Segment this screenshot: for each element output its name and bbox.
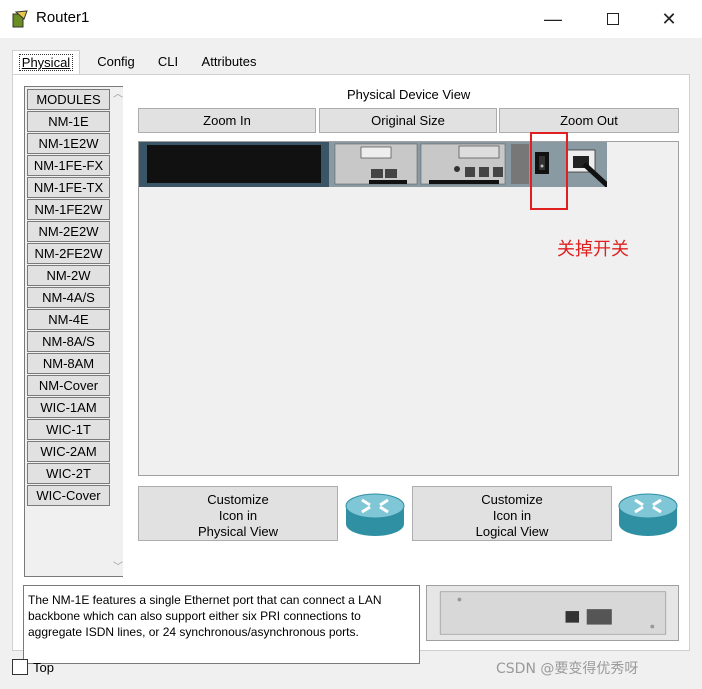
maximize-icon xyxy=(607,13,619,25)
module-item[interactable]: NM-2W xyxy=(27,265,110,286)
module-item[interactable]: WIC-2T xyxy=(27,463,110,484)
power-switch-highlight xyxy=(530,132,568,210)
module-item[interactable]: WIC-2AM xyxy=(27,441,110,462)
physical-panel: MODULES NM-1E NM-1E2W NM-1FE-FX NM-1FE-T… xyxy=(12,74,690,664)
always-on-top-label: Top xyxy=(33,660,54,675)
window-title: Router1 xyxy=(36,9,90,26)
module-item[interactable]: NM-4E xyxy=(27,309,110,330)
module-item[interactable]: WIC-1T xyxy=(27,419,110,440)
module-item[interactable]: NM-2FE2W xyxy=(27,243,110,264)
tab-physical[interactable]: Physical xyxy=(12,50,80,75)
module-item[interactable]: NM-1FE2W xyxy=(27,199,110,220)
modules-list[interactable]: MODULES NM-1E NM-1E2W NM-1FE-FX NM-1FE-T… xyxy=(24,86,123,577)
router-app-icon xyxy=(12,10,28,28)
tab-cli[interactable]: CLI xyxy=(152,50,184,74)
button-line: Customize xyxy=(207,492,269,507)
customize-physical-icon-button[interactable]: Customize Icon in Physical View xyxy=(138,486,338,541)
module-item[interactable]: NM-1E2W xyxy=(27,133,110,154)
modules-header[interactable]: MODULES xyxy=(27,89,110,110)
original-size-button[interactable]: Original Size xyxy=(319,108,497,133)
close-button[interactable]: ✕ xyxy=(646,0,692,38)
always-on-top-checkbox[interactable] xyxy=(12,659,28,675)
customize-logical-icon-button[interactable]: Customize Icon in Logical View xyxy=(412,486,612,541)
module-item[interactable]: WIC-1AM xyxy=(27,397,110,418)
minimize-button[interactable]: — xyxy=(530,0,576,38)
annotation-label: 关掉开关 xyxy=(557,239,629,260)
module-item[interactable]: WIC-Cover xyxy=(27,485,110,506)
tab-config[interactable]: Config xyxy=(88,50,144,74)
modules-scrollbar[interactable]: ︿ ﹀ xyxy=(113,87,123,576)
module-item[interactable]: NM-1E xyxy=(27,111,110,132)
button-line: Logical View xyxy=(475,524,549,539)
module-preview-image xyxy=(426,585,679,641)
close-icon: ✕ xyxy=(661,8,677,29)
zoom-in-button[interactable]: Zoom In xyxy=(138,108,316,133)
router-icon xyxy=(345,493,405,536)
button-line: Customize xyxy=(481,492,543,507)
tab-label: Physical xyxy=(18,54,74,71)
title-bar: Router1 — ✕ xyxy=(0,0,702,38)
button-line: Physical View xyxy=(198,524,278,539)
module-item[interactable]: NM-1FE-TX xyxy=(27,177,110,198)
minimize-icon: — xyxy=(544,8,562,29)
module-item[interactable]: NM-Cover xyxy=(27,375,110,396)
scroll-down-icon[interactable]: ﹀ xyxy=(113,560,123,576)
module-item[interactable]: NM-2E2W xyxy=(27,221,110,242)
tab-attributes[interactable]: Attributes xyxy=(196,50,262,74)
module-description: The NM-1E features a single Ethernet por… xyxy=(23,585,420,664)
dialog-body: Physical Config CLI Attributes MODULES N… xyxy=(0,38,702,689)
module-item[interactable]: NM-4A/S xyxy=(27,287,110,308)
router-icon xyxy=(618,493,678,536)
module-item[interactable]: NM-1FE-FX xyxy=(27,155,110,176)
module-item[interactable]: NM-8AM xyxy=(27,353,110,374)
watermark: CSDN @要变得优秀呀 xyxy=(496,661,639,677)
button-line: Icon in xyxy=(492,508,532,523)
button-line: Icon in xyxy=(218,508,258,523)
module-item[interactable]: NM-8A/S xyxy=(27,331,110,352)
physical-device-view[interactable]: 关掉开关 xyxy=(138,132,679,476)
scroll-up-icon[interactable]: ︿ xyxy=(113,87,123,103)
zoom-out-button[interactable]: Zoom Out xyxy=(499,108,679,133)
maximize-button[interactable] xyxy=(590,0,636,38)
physical-device-view-label: Physical Device View xyxy=(347,87,471,102)
